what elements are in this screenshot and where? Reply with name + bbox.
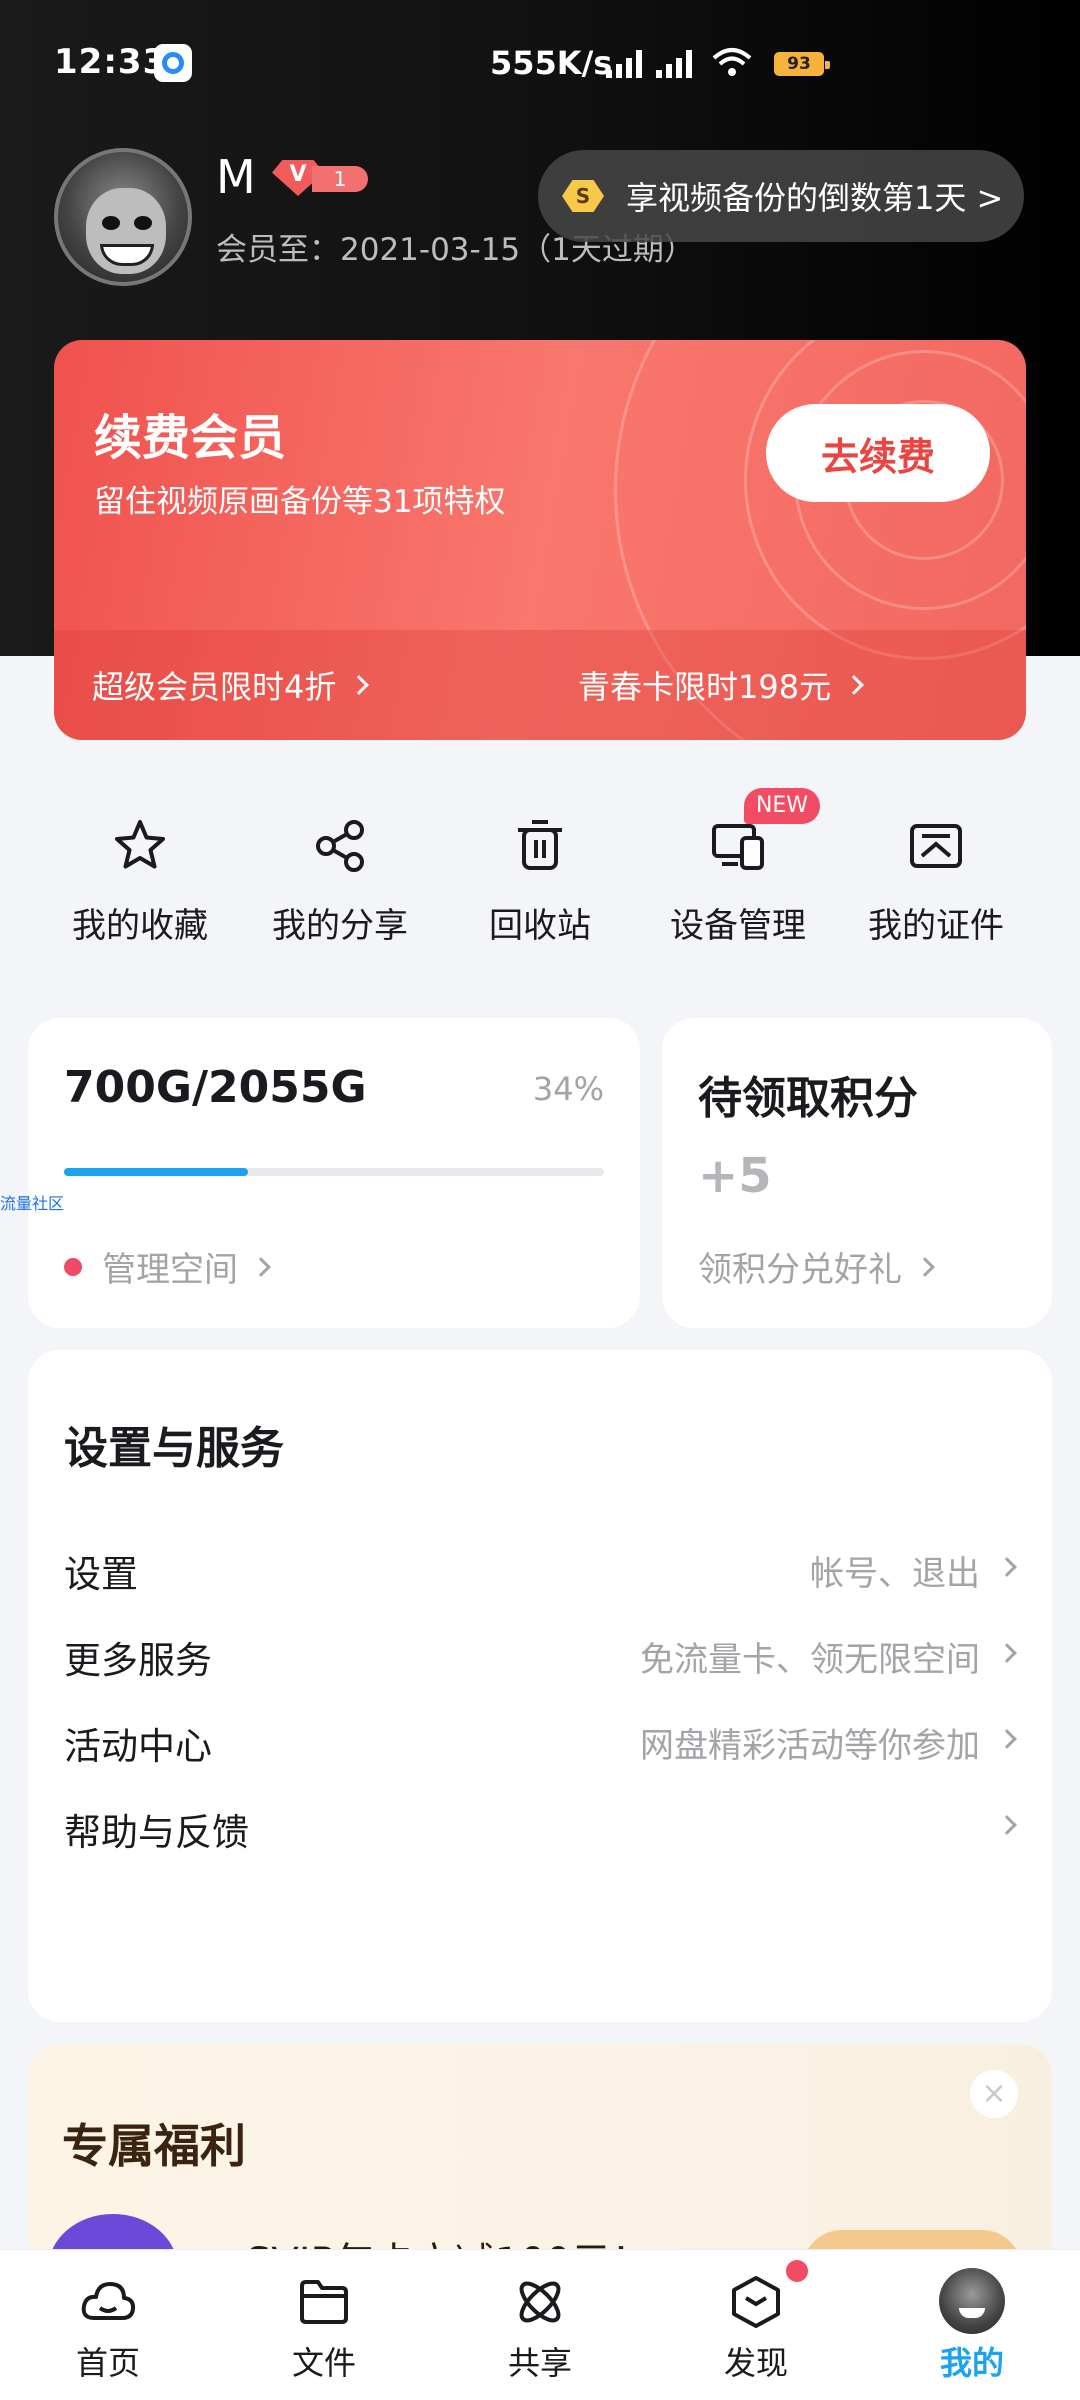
star-icon — [115, 820, 165, 869]
chevron-right-icon — [349, 675, 370, 695]
baidu-netdisk-icon — [154, 44, 192, 82]
new-badge: NEW — [744, 788, 820, 824]
favorites-button[interactable]: 我的收藏 — [40, 810, 240, 970]
nav-shared[interactable]: 共享 — [432, 2250, 648, 2400]
points-value: +5 — [698, 1148, 772, 1204]
storage-progress-bar — [64, 1168, 604, 1176]
atom-icon — [519, 2281, 561, 2323]
storage-progress-fill — [64, 1168, 248, 1176]
points-title: 待领取积分 — [698, 1073, 918, 1124]
chevron-right-icon — [997, 1815, 1017, 1835]
username[interactable]: M — [216, 150, 256, 204]
benefits-title: 专属福利 — [62, 2119, 246, 2173]
storage-value: 700G/2055G — [64, 1062, 367, 1113]
wifi-icon — [712, 48, 752, 76]
renew-subtitle: 留住视频原画备份等31项特权 — [94, 484, 506, 520]
notification-dot — [64, 1257, 82, 1276]
share-icon — [316, 820, 364, 872]
settings-title: 设置与服务 — [64, 1423, 284, 1474]
vip-level: 1 — [312, 166, 368, 192]
nav-mine[interactable]: 我的 — [864, 2250, 1080, 2400]
svip-discount-link[interactable]: 超级会员限时4折 — [92, 662, 370, 708]
signal-icon — [656, 48, 692, 78]
youth-card-link[interactable]: 青春卡限时198元 — [578, 662, 864, 708]
close-icon[interactable]: × — [970, 2070, 1018, 2118]
device-management-button[interactable]: 设备管理 — [638, 810, 838, 970]
chevron-right-icon — [844, 675, 864, 695]
chevron-right-icon — [915, 1256, 935, 1277]
nav-discover[interactable]: 发现 — [648, 2250, 864, 2400]
storage-percent: 34% — [532, 1070, 604, 1108]
network-speed: 555K/s — [490, 44, 613, 82]
redeem-points-link[interactable]: 领积分兑好礼 — [698, 1242, 935, 1291]
floating-community-tag[interactable]: 流量社区 — [0, 1190, 64, 1214]
chevron-right-icon — [251, 1256, 271, 1277]
chevron-right-icon — [997, 1729, 1017, 1749]
promo-text: 享视频备份的倒数第1天 > — [626, 179, 1004, 217]
nav-files[interactable]: 文件 — [216, 2250, 432, 2400]
manage-space-link[interactable]: 管理空间 — [64, 1242, 271, 1291]
status-bar: 12:33 555K/s 93 — [0, 0, 1080, 128]
renew-membership-card[interactable]: 续费会员 留住视频原画备份等31项特权 去续费 超级会员限时4折 青春卡限时19… — [54, 340, 1026, 740]
nav-home[interactable]: 首页 — [0, 2250, 216, 2400]
chevron-right-icon — [997, 1557, 1017, 1577]
cloud-icon — [81, 2282, 136, 2320]
bottom-navigation: 首页 文件 共享 发现 我的 — [0, 2250, 1080, 2400]
id-card-icon — [910, 824, 962, 868]
my-documents-button[interactable]: 我的证件 — [836, 810, 1036, 970]
recycle-bin-button[interactable]: 回收站 — [440, 810, 640, 970]
signal-icon — [606, 48, 642, 78]
chevron-right-icon — [997, 1643, 1017, 1663]
discover-icon — [732, 2276, 780, 2328]
avatar-icon — [939, 2268, 1005, 2334]
battery-icon: 93 — [774, 52, 830, 76]
video-backup-promo[interactable]: S 享视频备份的倒数第1天 > — [538, 150, 1024, 242]
help-feedback-row[interactable]: 帮助与反馈 — [28, 1768, 1052, 1878]
vip-badge[interactable]: V 1 — [272, 160, 368, 196]
avatar[interactable] — [54, 148, 192, 286]
storage-card[interactable]: 700G/2055G 34% 管理空间 — [28, 1018, 640, 1328]
renew-title: 续费会员 — [94, 410, 287, 466]
renew-button[interactable]: 去续费 — [766, 404, 990, 502]
folder-icon — [300, 2280, 348, 2324]
discover-notification-dot — [786, 2260, 808, 2282]
coin-icon: S — [562, 180, 604, 212]
devices-icon — [712, 824, 764, 870]
settings-services-card: 设置与服务 设置 帐号、退出 更多服务 免流量卡、领无限空间 活动中心 网盘精彩… — [28, 1350, 1052, 2022]
points-card[interactable]: 待领取积分 +5 领积分兑好礼 — [662, 1018, 1052, 1328]
status-time: 12:33 — [54, 42, 168, 82]
quick-actions: 我的收藏 我的分享 回收站 设备管理 我的证件 — [0, 810, 1080, 970]
my-shares-button[interactable]: 我的分享 — [240, 810, 440, 970]
trash-icon — [518, 820, 562, 870]
